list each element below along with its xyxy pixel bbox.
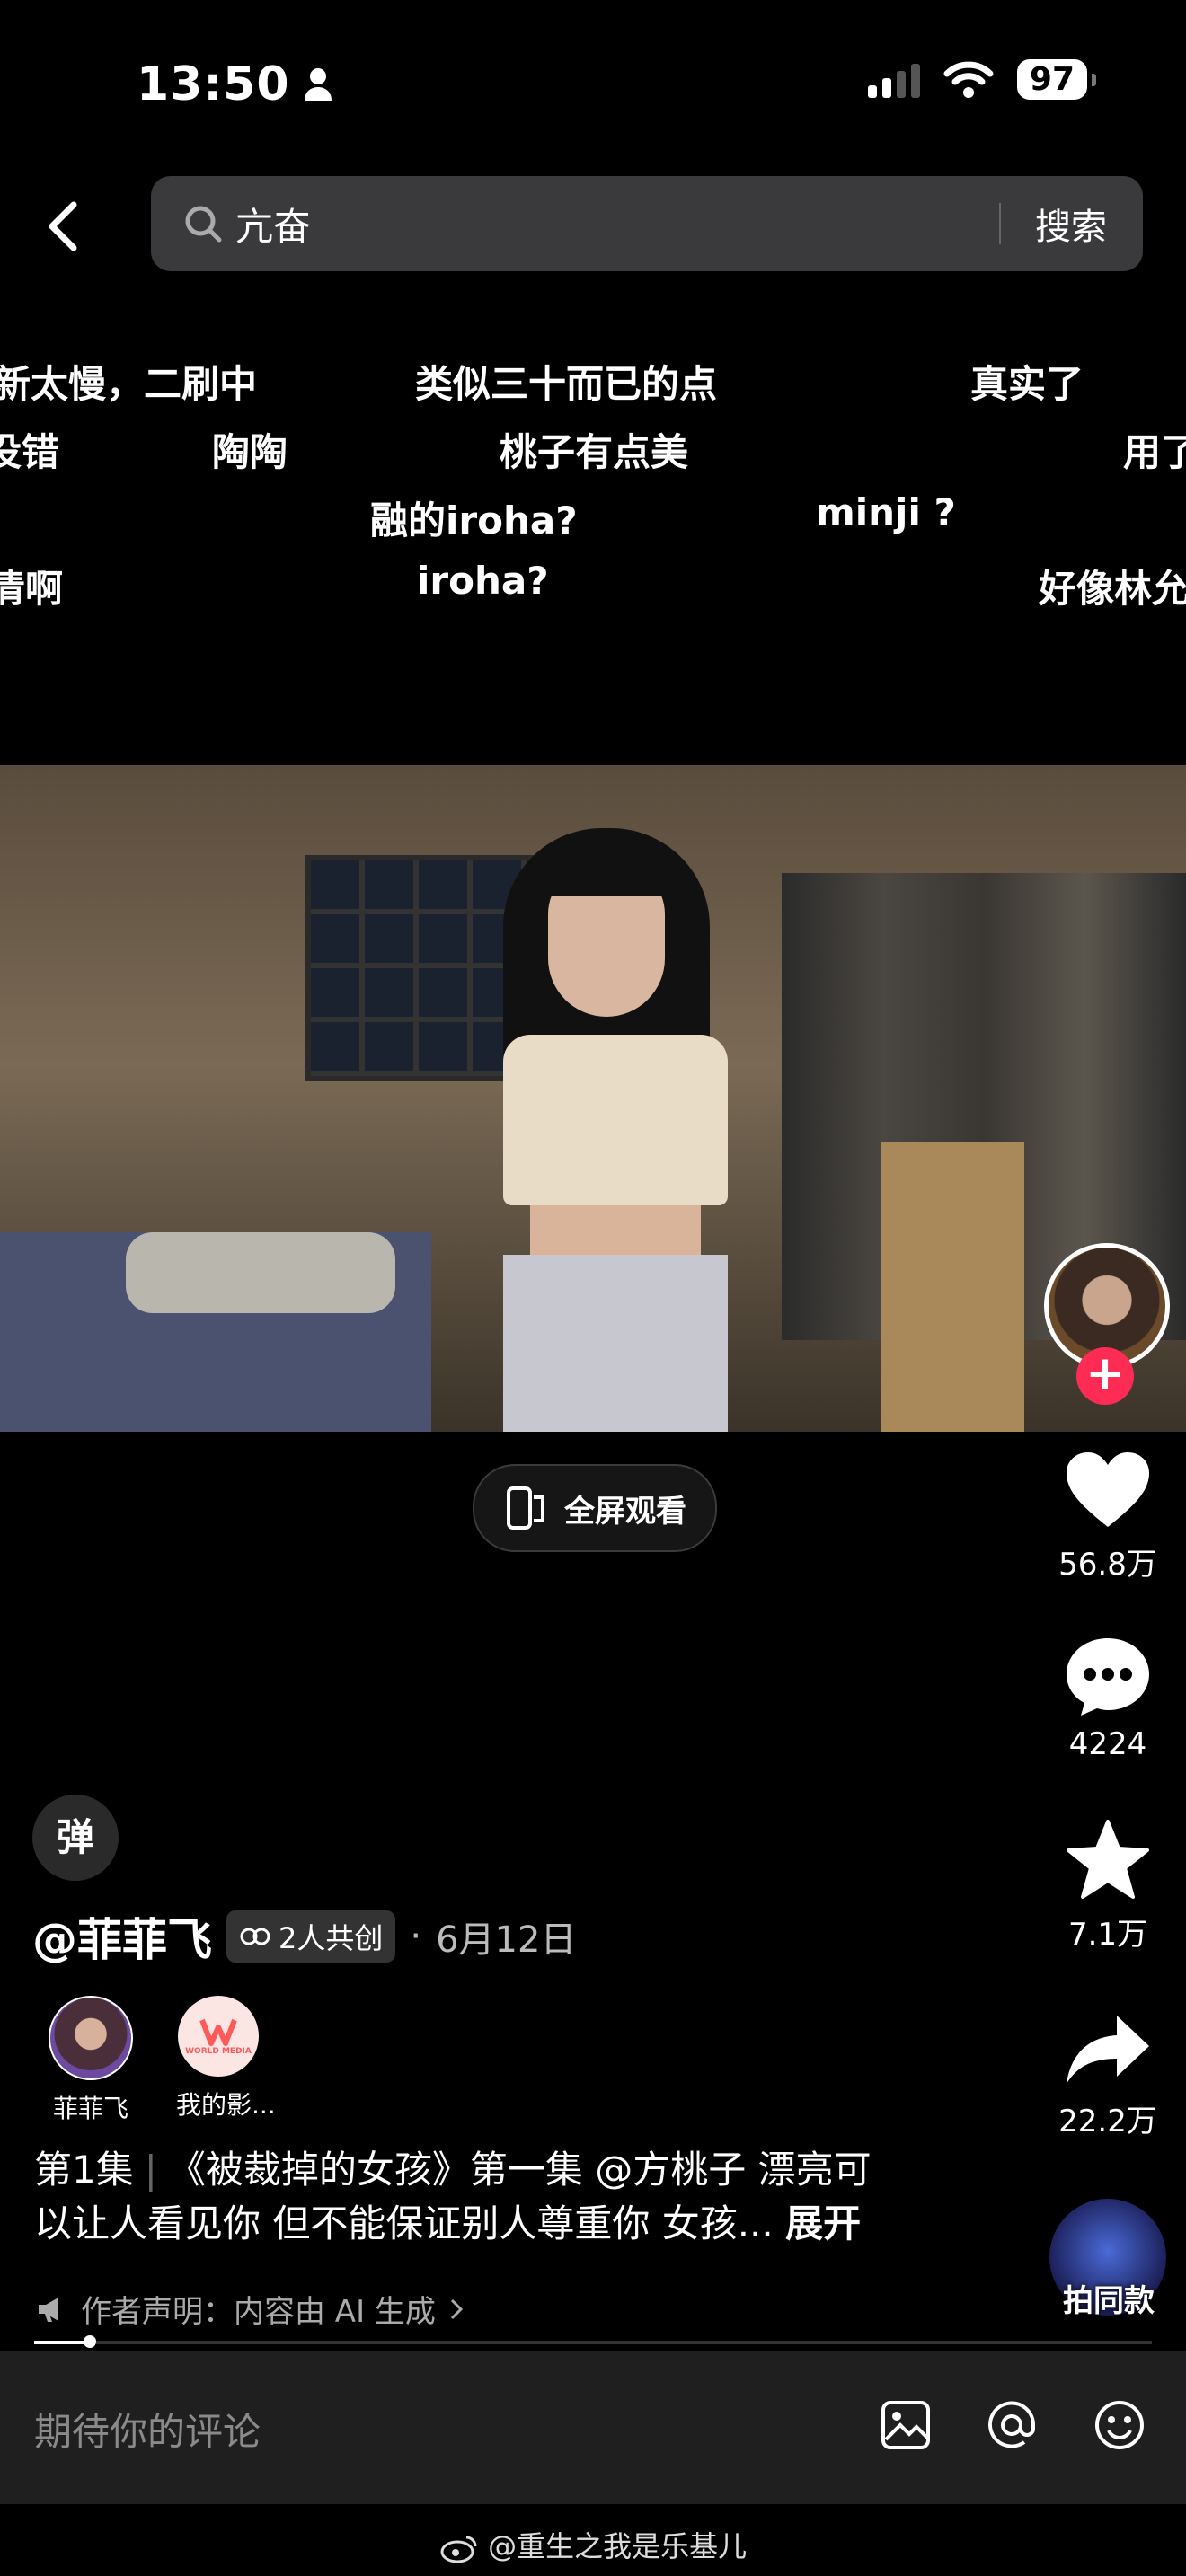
comment-input[interactable]: 期待你的评论 xyxy=(34,2402,261,2457)
progress-knob[interactable] xyxy=(84,2335,97,2348)
person-icon xyxy=(304,68,332,101)
watermark: @重生之我是乐基儿 xyxy=(0,2524,1186,2565)
share-button[interactable]: 22.2万 xyxy=(1051,2012,1164,2140)
world-media-logo-icon xyxy=(199,2018,237,2046)
post-date: 6月12日 xyxy=(436,1919,577,1961)
status-indicators: 97 xyxy=(867,59,1097,100)
fullscreen-label: 全屏观看 xyxy=(564,1493,686,1530)
description-line2: 以让人看见你 但不能保证别人尊重你 女孩... xyxy=(34,2201,774,2245)
cocreator-name: 菲菲飞 xyxy=(52,2094,128,2123)
comment-bar: 期待你的评论 xyxy=(0,2351,1186,2504)
video-pillow xyxy=(126,1232,395,1313)
danmaku-item: 真实了 xyxy=(970,362,1084,406)
cocreate-badge[interactable]: 2人共创 xyxy=(226,1910,396,1963)
status-time: 13:50 xyxy=(137,57,333,111)
video-progress-bar[interactable] xyxy=(34,2335,1152,2348)
danmaku-item: 桃子有点美 xyxy=(500,430,689,474)
favorite-count: 7.1万 xyxy=(1067,1917,1148,1953)
search-icon xyxy=(185,206,222,243)
follow-plus-button[interactable]: + xyxy=(1076,1347,1134,1405)
like-button[interactable]: 56.8万 xyxy=(1051,1450,1164,1584)
divider: | xyxy=(144,2148,157,2192)
link-icon xyxy=(240,1928,270,1945)
cocreator-name: 我的影... xyxy=(176,2090,276,2120)
remake-button[interactable]: 拍同款 xyxy=(1049,2199,1168,2320)
video-description: 第1集 | 《被裁掉的女孩》第一集 @方桃子 漂亮可 以让人看见你 但不能保证别人尊… xyxy=(34,2143,933,2251)
danmaku-toggle-button[interactable]: 弹 xyxy=(32,1795,119,1881)
video-person-pants xyxy=(503,1255,728,1432)
author-statement[interactable]: 作者声明：内容由 AI 生成 xyxy=(36,2287,465,2331)
video-boxes xyxy=(881,1142,1024,1432)
megaphone-icon xyxy=(39,2297,58,2322)
back-arrow-icon[interactable] xyxy=(43,199,83,253)
rotate-screen-icon xyxy=(507,1486,544,1530)
video-person-belly xyxy=(530,1205,701,1259)
watermark-text: @重生之我是乐基儿 xyxy=(488,2529,748,2563)
emoji-icon[interactable] xyxy=(1093,2398,1146,2452)
cocreator-item[interactable]: 菲菲飞 xyxy=(49,1996,133,2125)
date-separator: · xyxy=(410,1916,422,1957)
mention-at-icon[interactable] xyxy=(985,2398,1039,2452)
video-person-bangs xyxy=(539,842,674,896)
battery-indicator: 97 xyxy=(1016,59,1097,100)
danmaku-item: 没错 xyxy=(0,430,60,474)
share-count: 22.2万 xyxy=(1058,2104,1157,2139)
description-line1: 《被裁掉的女孩》第一集 @方桃子 漂亮可 xyxy=(167,2148,872,2192)
favorite-button[interactable]: 7.1万 xyxy=(1051,1818,1164,1954)
comment-bubble-icon xyxy=(1067,1638,1149,1716)
danmaku-item: 陶陶 xyxy=(212,430,288,474)
expand-button[interactable]: 展开 xyxy=(785,2201,861,2245)
search-input[interactable]: 亢奋 xyxy=(235,197,999,251)
danmaku-item: 用了 xyxy=(1123,430,1186,474)
remake-label: 拍同款 xyxy=(1063,2283,1155,2319)
cocreate-label: 2人共创 xyxy=(279,1921,384,1955)
heart-icon xyxy=(1067,1452,1149,1527)
author-name[interactable]: @菲菲飞 xyxy=(32,1904,212,1969)
video-person-top xyxy=(503,1035,728,1205)
share-arrow-icon xyxy=(1067,2016,1149,2084)
chevron-right-icon xyxy=(450,2298,464,2319)
image-icon[interactable] xyxy=(879,2398,933,2452)
video-frame[interactable] xyxy=(0,765,1186,1432)
world-media-logo-text: WORLD MEDIA xyxy=(185,2047,252,2056)
danmaku-item: 新太慢，二刷中 xyxy=(0,362,258,406)
search-bar[interactable]: 亢奋 搜索 xyxy=(151,176,1143,271)
weibo-logo-icon xyxy=(440,2536,477,2563)
comment-count: 4224 xyxy=(1068,1726,1147,1762)
fullscreen-button[interactable]: 全屏观看 xyxy=(473,1464,717,1552)
danmaku-item: minji ? xyxy=(816,490,956,534)
cocreator-avatar xyxy=(49,1996,133,2080)
danmaku-item: 清啊 xyxy=(0,567,64,611)
progress-fill xyxy=(34,2341,91,2344)
star-icon xyxy=(1067,1820,1149,1899)
like-count: 56.8万 xyxy=(1058,1547,1157,1583)
author-line: @菲菲飞 2人共创 · 6月12日 xyxy=(32,1904,576,1969)
danmaku-item: 类似三十而已的点 xyxy=(415,362,718,406)
danmaku-item: iroha? xyxy=(417,559,549,603)
danmaku-item: 融的iroha? xyxy=(370,498,578,543)
wifi-icon xyxy=(943,61,994,98)
search-button[interactable]: 搜索 xyxy=(1001,198,1143,250)
cocreator-item[interactable]: WORLD MEDIA 我的影... xyxy=(176,1996,276,2122)
cellular-signal-icon xyxy=(867,62,920,98)
statement-text: 作者声明：内容由 AI 生成 xyxy=(81,2294,436,2330)
danmaku-item: 好像林允 xyxy=(1039,567,1186,611)
episode-label: 第1集 xyxy=(34,2148,134,2192)
cocreator-avatar: WORLD MEDIA xyxy=(178,1996,259,2077)
comment-button[interactable]: 4224 xyxy=(1051,1635,1164,1762)
